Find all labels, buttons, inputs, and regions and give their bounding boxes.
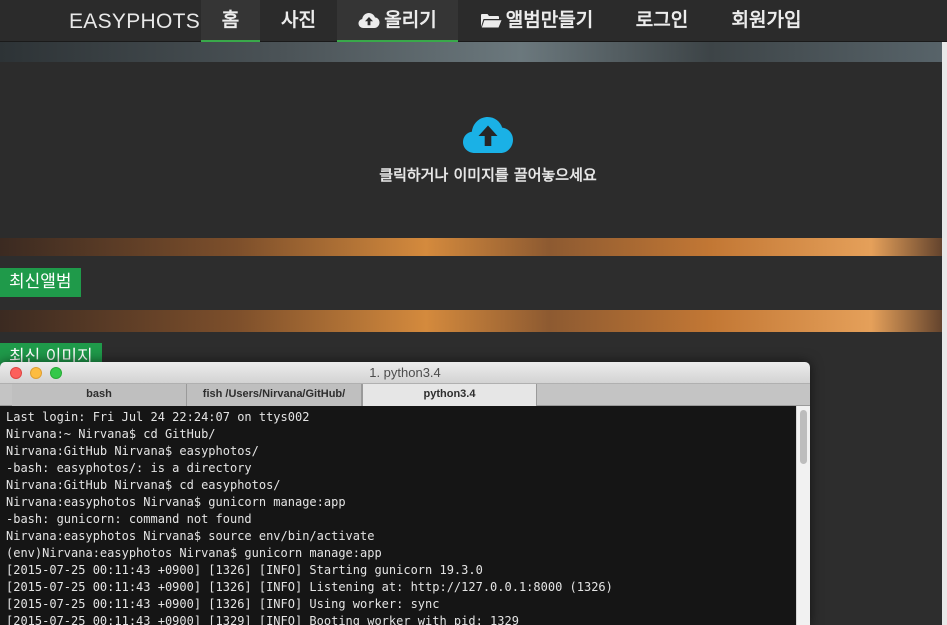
nav-create-album-label: 앨범만들기 bbox=[505, 9, 594, 31]
zoom-window-button[interactable] bbox=[50, 367, 62, 379]
nav-login[interactable]: 로그인 bbox=[615, 0, 709, 42]
background-photo-strip bbox=[0, 310, 947, 332]
nav-home-label: 홈 bbox=[221, 9, 240, 31]
top-navbar: EASYPHOTS 홈 사진 올리기 앨범만들기 로그인 회원가입 bbox=[0, 0, 947, 42]
terminal-title: 1. python3.4 bbox=[369, 365, 441, 380]
terminal-tab-bash[interactable]: bash bbox=[12, 384, 187, 406]
terminal-line: [2015-07-25 00:11:43 +0900] [1326] [INFO… bbox=[6, 597, 440, 611]
cloud-upload-icon bbox=[463, 117, 513, 153]
terminal-scrollbar-thumb[interactable] bbox=[800, 410, 807, 464]
close-window-button[interactable] bbox=[10, 367, 22, 379]
terminal-line: Nirvana:~ Nirvana$ cd GitHub/ bbox=[6, 427, 216, 441]
terminal-line: [2015-07-25 00:11:43 +0900] [1326] [INFO… bbox=[6, 580, 613, 594]
upload-instruction: 클릭하거나 이미지를 끌어놓으세요 bbox=[379, 166, 597, 184]
nav-signup-label: 회원가입 bbox=[731, 9, 802, 31]
background-photo-strip bbox=[0, 42, 947, 62]
nav-upload-label: 올리기 bbox=[384, 9, 437, 31]
terminal-output[interactable]: Last login: Fri Jul 24 22:24:07 on ttys0… bbox=[0, 406, 810, 625]
minimize-window-button[interactable] bbox=[30, 367, 42, 379]
nav-photos[interactable]: 사진 bbox=[260, 0, 337, 42]
terminal-tab-fish[interactable]: fish /Users/Nirvana/GitHub/ bbox=[187, 384, 362, 406]
terminal-tab-python[interactable]: python3.4 bbox=[362, 384, 537, 406]
terminal-line: Nirvana:GitHub Nirvana$ cd easyphotos/ bbox=[6, 478, 281, 492]
terminal-line: -bash: easyphotos/: is a directory bbox=[6, 461, 252, 475]
brand-logo-link[interactable]: EASYPHOTS bbox=[69, 0, 200, 42]
nav-login-label: 로그인 bbox=[635, 9, 689, 31]
terminal-line: Last login: Fri Jul 24 22:24:07 on ttys0… bbox=[6, 410, 310, 424]
terminal-window: 1. python3.4 bash fish /Users/Nirvana/Gi… bbox=[0, 362, 810, 625]
page-scrollbar[interactable] bbox=[942, 42, 947, 625]
terminal-line: Nirvana:easyphotos Nirvana$ gunicorn man… bbox=[6, 495, 346, 509]
nav-create-album[interactable]: 앨범만들기 bbox=[458, 0, 615, 42]
background-photo-strip bbox=[0, 238, 947, 256]
terminal-line: [2015-07-25 00:11:43 +0900] [1329] [INFO… bbox=[6, 614, 519, 625]
nav-photos-label: 사진 bbox=[281, 9, 316, 31]
folder-open-icon bbox=[480, 3, 502, 44]
nav-upload[interactable]: 올리기 bbox=[337, 0, 458, 42]
terminal-scrollbar[interactable] bbox=[796, 406, 810, 625]
nav-signup[interactable]: 회원가입 bbox=[709, 0, 824, 42]
upload-dropzone[interactable]: 클릭하거나 이미지를 끌어놓으세요 bbox=[0, 62, 942, 238]
albums-section bbox=[0, 256, 942, 310]
terminal-line: (env)Nirvana:easyphotos Nirvana$ gunicor… bbox=[6, 546, 382, 560]
nav-home[interactable]: 홈 bbox=[201, 0, 260, 42]
terminal-line: Nirvana:easyphotos Nirvana$ source env/b… bbox=[6, 529, 375, 543]
cloud-upload-icon bbox=[358, 3, 380, 44]
terminal-titlebar[interactable]: 1. python3.4 bbox=[0, 362, 810, 384]
terminal-tab-bar: bash fish /Users/Nirvana/GitHub/ python3… bbox=[0, 384, 810, 406]
terminal-line: Nirvana:GitHub Nirvana$ easyphotos/ bbox=[6, 444, 259, 458]
latest-albums-label: 최신앨범 bbox=[0, 268, 81, 297]
terminal-line: [2015-07-25 00:11:43 +0900] [1326] [INFO… bbox=[6, 563, 483, 577]
terminal-line: -bash: gunicorn: command not found bbox=[6, 512, 252, 526]
